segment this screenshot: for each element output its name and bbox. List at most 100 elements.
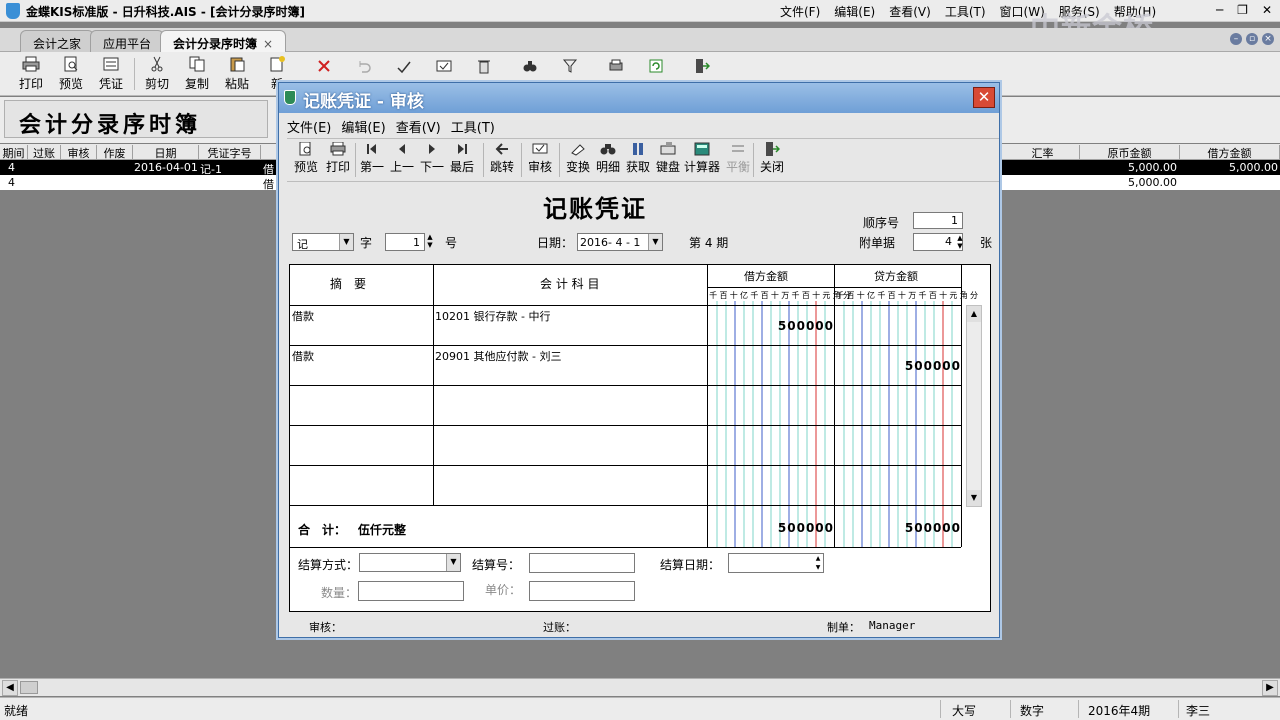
scroll-down-icon[interactable]: ▼ <box>967 490 981 506</box>
tab-app-platform[interactable]: 应用平台 <box>90 30 165 52</box>
filter-icon[interactable] <box>562 58 578 74</box>
entries-scrollbar[interactable]: ▲ ▼ <box>966 305 982 507</box>
col-period[interactable]: 期间 <box>0 145 28 160</box>
dialog-menu-edit[interactable]: 编辑(E) <box>341 117 385 136</box>
col-void[interactable]: 作废 <box>97 145 133 160</box>
last-button[interactable]: 最后 <box>445 142 479 175</box>
dialog-menu-file[interactable]: 文件(E) <box>287 117 331 136</box>
scroll-thumb[interactable] <box>20 681 38 694</box>
voucher-number-field[interactable]: 1 <box>385 233 425 251</box>
dlg-preview-button[interactable]: 预览 <box>289 142 323 175</box>
tab-accounting-home[interactable]: 会计之家 <box>20 30 95 52</box>
posting-label: 过账： <box>543 621 576 634</box>
col-original-amount[interactable]: 原币金额 <box>1080 145 1180 160</box>
print-setup-icon[interactable] <box>608 58 624 74</box>
chevron-down-icon[interactable]: ▼ <box>446 554 460 571</box>
digit-place-label: 亿 <box>867 291 876 300</box>
copy-button[interactable]: 复制 <box>178 56 216 92</box>
voucher-word-value: 记 <box>297 238 308 251</box>
find-icon[interactable] <box>522 58 538 74</box>
scroll-up-icon[interactable]: ▲ <box>967 306 981 322</box>
price-input[interactable] <box>529 581 635 601</box>
minimize-icon[interactable]: ─ <box>1216 3 1223 17</box>
exit-icon[interactable] <box>694 58 710 74</box>
restore-circle-icon[interactable]: ▫ <box>1246 33 1258 45</box>
dlg-close-button[interactable]: 关闭 <box>755 142 789 175</box>
page-title: 会计分录序时簿 <box>4 100 268 138</box>
status-separator <box>940 700 941 718</box>
balance-icon <box>732 145 744 152</box>
entry-summary[interactable]: 借款 <box>292 308 314 324</box>
calendar-dropdown-icon[interactable]: ▼ <box>648 234 662 250</box>
qty-input[interactable] <box>358 581 464 601</box>
dialog-close-button[interactable]: ✕ <box>973 87 995 108</box>
digit-place-label: 千 <box>877 291 886 300</box>
voucher-word-select[interactable]: 记 ▼ <box>292 233 354 251</box>
undo-icon[interactable] <box>356 58 372 74</box>
refresh-icon[interactable] <box>648 58 664 74</box>
menu-view[interactable]: 查看(V) <box>889 3 931 20</box>
audit-button[interactable]: 审核 <box>523 142 557 175</box>
next-button[interactable]: 下一 <box>415 142 449 175</box>
attach-spin-icon[interactable]: ▲ ▼ <box>955 234 965 252</box>
dialog-menu-view[interactable]: 查看(V) <box>396 117 441 136</box>
jump-button[interactable]: 跳转 <box>485 142 519 175</box>
prev-button[interactable]: 上一 <box>385 142 419 175</box>
tab-journal[interactable]: 会计分录序时簿 × <box>160 30 287 52</box>
scroll-right-icon[interactable]: ▶ <box>1262 680 1278 696</box>
col-debit-amount[interactable]: 借方金额 <box>1180 145 1280 160</box>
date-picker[interactable]: 2016- 4 - 1 ▼ <box>577 233 663 251</box>
scroll-left-icon[interactable]: ◀ <box>2 680 18 696</box>
col-summary[interactable] <box>261 145 279 160</box>
dialog-menu-tools[interactable]: 工具(T) <box>451 117 495 136</box>
entry-credit[interactable]: 500000 <box>835 359 961 373</box>
balance-button[interactable]: 平衡 <box>721 142 755 175</box>
col-voucher-no[interactable]: 凭证字号 <box>199 145 261 160</box>
entry-debit[interactable]: 500000 <box>708 319 834 333</box>
close-circle-icon[interactable]: × <box>1262 33 1274 45</box>
number-spin-icon[interactable]: ▲ ▼ <box>425 233 435 251</box>
tab-label: 应用平台 <box>103 37 152 51</box>
col-rate[interactable]: 汇率 <box>1006 145 1080 160</box>
delete-icon[interactable] <box>316 58 332 74</box>
chevron-down-icon[interactable]: ▼ <box>339 234 353 250</box>
maker-value: Manager <box>869 619 916 632</box>
preview-button[interactable]: 预览 <box>52 56 90 92</box>
detail-button[interactable]: 明细 <box>591 142 625 175</box>
fetch-button[interactable]: 获取 <box>621 142 655 175</box>
entry-account[interactable]: 10201 银行存款 - 中行 <box>435 308 550 324</box>
horizontal-scrollbar[interactable]: ◀ ▶ <box>0 678 1280 696</box>
dialog-title-bar[interactable]: 记账凭证 - 审核 ✕ <box>279 83 999 113</box>
cut-button[interactable]: 剪切 <box>138 56 176 92</box>
entry-summary[interactable]: 借款 <box>292 348 314 364</box>
voucher-button[interactable]: 凭证 <box>92 56 130 92</box>
settle-method-select[interactable]: ▼ <box>359 553 461 572</box>
menu-edit[interactable]: 编辑(E) <box>834 3 875 20</box>
close-icon[interactable]: ✕ <box>1262 3 1272 17</box>
settle-no-input[interactable] <box>529 553 635 573</box>
minimize-circle-icon[interactable]: – <box>1230 33 1242 45</box>
tab-close-icon[interactable]: × <box>263 37 273 51</box>
menu-file[interactable]: 文件(F) <box>780 3 820 20</box>
audit-icon[interactable] <box>396 58 412 74</box>
col-divider <box>961 265 962 547</box>
menu-tools[interactable]: 工具(T) <box>945 3 986 20</box>
trash-icon[interactable] <box>476 58 492 74</box>
calculator-button[interactable]: 计算器 <box>681 142 723 175</box>
settle-date-input[interactable]: ▲ ▼ <box>728 553 824 573</box>
transform-button[interactable]: 变换 <box>561 142 595 175</box>
seq-field[interactable]: 1 <box>913 212 963 229</box>
first-button[interactable]: 第一 <box>355 142 389 175</box>
copy-icon <box>189 56 205 72</box>
col-audited[interactable]: 审核 <box>61 145 97 160</box>
col-date[interactable]: 日期 <box>133 145 199 160</box>
check-icon[interactable] <box>436 58 452 74</box>
paste-button[interactable]: 粘贴 <box>218 56 256 92</box>
dlg-print-button[interactable]: 打印 <box>321 142 355 175</box>
print-button[interactable]: 打印 <box>12 56 50 92</box>
keyboard-button[interactable]: 键盘 <box>651 142 685 175</box>
settle-date-spin-icon[interactable]: ▲ ▼ <box>813 554 823 572</box>
entry-account[interactable]: 20901 其他应付款 - 刘三 <box>435 348 561 364</box>
col-posted[interactable]: 过账 <box>28 145 61 160</box>
restore-icon[interactable]: ❐ <box>1237 3 1248 17</box>
